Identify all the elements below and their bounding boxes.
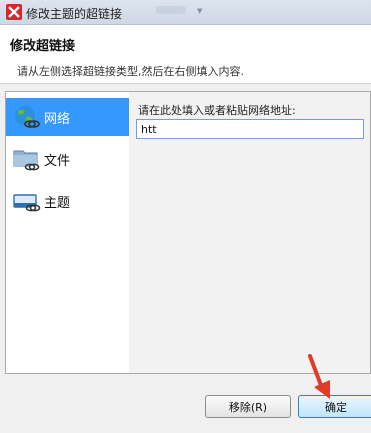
dialog-header: 修改超链接 请从左侧选择超链接类型,然后在右侧填入内容. bbox=[0, 25, 371, 84]
remove-button[interactable]: 移除(R) bbox=[205, 395, 291, 418]
url-input[interactable] bbox=[136, 119, 364, 139]
titlebar-dropdown-icon: ▼ bbox=[197, 7, 203, 15]
sidebar-item-file[interactable]: 文件 bbox=[6, 140, 129, 178]
xmind-app-icon bbox=[6, 4, 22, 20]
link-content-area: 请在此处填入或者粘贴网络地址: bbox=[129, 92, 370, 373]
sidebar-item-label: 文件 bbox=[44, 154, 71, 169]
link-type-sidebar: 网络 文件 主题 bbox=[6, 92, 130, 373]
dialog-heading: 修改超链接 bbox=[10, 39, 76, 54]
window-titlebar: 修改主题的超链接 ▼ bbox=[0, 0, 371, 25]
topic-link-icon bbox=[13, 194, 41, 212]
link-type-panel: 网络 文件 主题 请在此处填入或者粘贴网络地址: bbox=[5, 91, 371, 374]
sidebar-item-topic[interactable]: 主题 bbox=[6, 182, 129, 220]
globe-link-icon bbox=[15, 106, 40, 128]
titlebar-blur-decoration bbox=[156, 6, 186, 14]
sidebar-item-web[interactable]: 网络 bbox=[6, 98, 129, 136]
dialog-description: 请从左侧选择超链接类型,然后在右侧填入内容. bbox=[17, 65, 244, 78]
folder-link-icon bbox=[13, 150, 40, 171]
sidebar-item-label: 主题 bbox=[44, 196, 71, 211]
window-title: 修改主题的超链接 bbox=[26, 7, 123, 21]
sidebar-item-label: 网络 bbox=[44, 112, 71, 127]
url-field-label: 请在此处填入或者粘贴网络地址: bbox=[138, 104, 296, 117]
red-pointer-arrow-icon bbox=[308, 354, 330, 399]
